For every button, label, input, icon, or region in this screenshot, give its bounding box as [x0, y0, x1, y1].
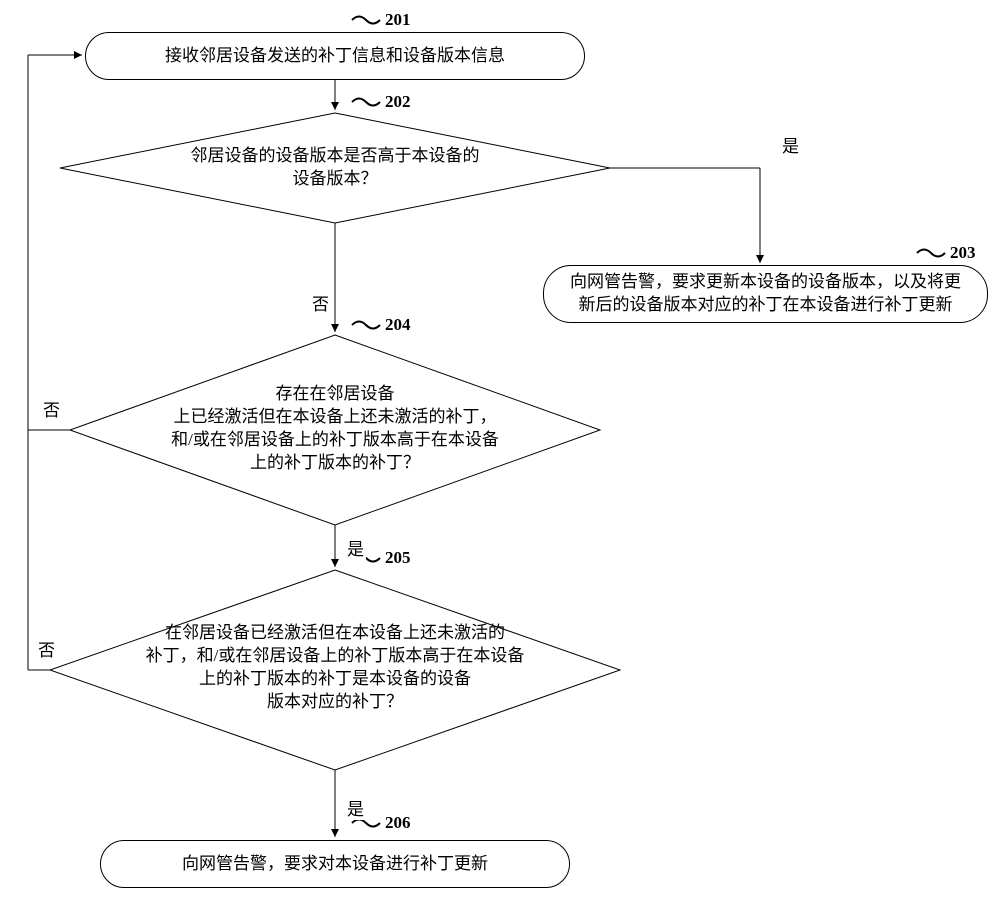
node-201-receive: 接收邻居设备发送的补丁信息和设备版本信息 [85, 32, 585, 80]
step-label-206: 206 [385, 813, 411, 833]
node-206-alarm-patch: 向网管告警，要求对本设备进行补丁更新 [100, 840, 570, 888]
step-label-204: 204 [385, 315, 411, 335]
node-206-text: 向网管告警，要求对本设备进行补丁更新 [182, 853, 488, 876]
node-205-text4: 版本对应的补丁？ [267, 691, 403, 714]
edge-204-no: 否 [41, 396, 62, 421]
node-205-match-check: 在邻居设备已经激活但在本设备上还未激活的 补丁，和/或在邻居设备上的补丁版本高于… [105, 622, 565, 714]
step-label-205: 205 [385, 548, 411, 568]
node-205-text3: 上的补丁版本的补丁是本设备的设备 [199, 668, 471, 691]
node-204-text3: 和/或在邻居设备上的补丁版本高于在本设备 [171, 429, 499, 452]
step-label-202: 202 [385, 92, 411, 112]
node-203-text2: 新后的设备版本对应的补丁在本设备进行补丁更新 [579, 294, 953, 317]
edge-205-yes: 是 [345, 795, 366, 820]
node-204-patch-check: 存在在邻居设备 上已经激活但在本设备上还未激活的补丁， 和/或在邻居设备上的补丁… [115, 383, 555, 475]
node-202-text2: 设备版本？ [293, 168, 378, 191]
node-204-text2: 上已经激活但在本设备上还未激活的补丁， [174, 406, 497, 429]
node-201-text: 接收邻居设备发送的补丁信息和设备版本信息 [165, 45, 505, 68]
node-203-alarm-update: 向网管告警，要求更新本设备的设备版本，以及将更 新后的设备版本对应的补丁在本设备… [543, 265, 988, 323]
node-202-text1: 邻居设备的设备版本是否高于本设备的 [191, 145, 480, 168]
node-203-text1: 向网管告警，要求更新本设备的设备版本，以及将更 [570, 271, 961, 294]
edge-204-yes: 是 [345, 535, 366, 560]
edge-205-no: 否 [36, 636, 57, 661]
edge-202-no: 否 [310, 290, 331, 315]
node-205-text2: 补丁，和/或在邻居设备上的补丁版本高于在本设备 [146, 645, 525, 668]
edge-202-yes: 是 [780, 132, 801, 157]
step-label-203: 203 [950, 243, 976, 263]
node-202-version-check: 邻居设备的设备版本是否高于本设备的 设备版本？ [135, 145, 535, 191]
step-label-201: 201 [385, 10, 411, 30]
node-205-text1: 在邻居设备已经激活但在本设备上还未激活的 [165, 622, 505, 645]
node-204-text1: 存在在邻居设备 [276, 383, 395, 406]
node-204-text4: 上的补丁版本的补丁？ [250, 452, 420, 475]
